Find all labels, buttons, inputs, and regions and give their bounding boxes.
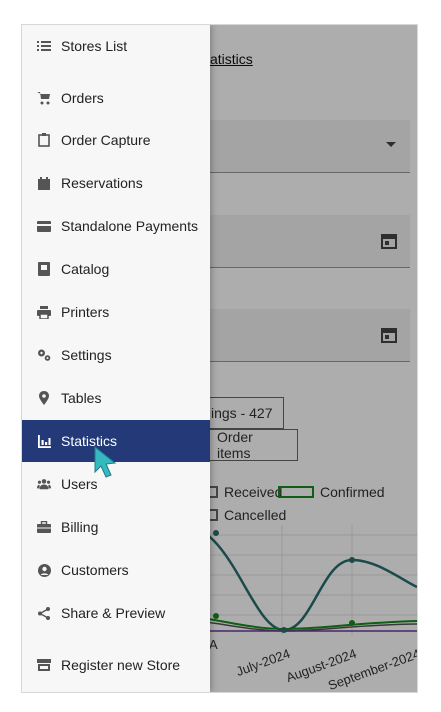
printer-icon [37,305,51,319]
cart-icon [37,91,51,105]
users-icon [37,477,51,491]
drawer-item-label: Reservations [61,175,143,191]
drawer-item-label: Standalone Payments [61,218,198,234]
store-icon [37,658,51,672]
drawer-item-label: Printers [61,304,110,320]
gears-icon [37,348,51,362]
drawer-item-register-new-store[interactable]: Register new Store [22,644,210,686]
bar-chart-icon [37,434,51,448]
drawer-item-label: Settings [61,347,112,363]
drawer-item-label: Catalog [61,261,110,277]
drawer-item-reservations[interactable]: Reservations [22,162,210,204]
book-icon [37,262,51,276]
drawer-item-label: Customers [61,562,129,578]
app-window: atistics ings - 427 Order items Received… [22,25,417,692]
calendar-icon [37,176,51,190]
drawer-item-label: Order Capture [61,132,151,148]
drawer-item-order-capture[interactable]: Order Capture [22,119,210,161]
drawer-item-stores-list[interactable]: Stores List [22,25,210,67]
drawer-item-share-preview[interactable]: Share & Preview [22,592,210,634]
user-circle-icon [37,563,51,577]
drawer-item-printers[interactable]: Printers [22,291,210,333]
drawer-item-catalog[interactable]: Catalog [22,248,210,290]
briefcase-icon [37,520,51,534]
map-pin-icon [37,391,51,405]
drawer-item-label: Register new Store [61,657,181,673]
drawer-item-orders[interactable]: Orders [22,77,210,119]
share-icon [37,606,51,620]
mouse-cursor-icon [94,445,117,478]
clipboard-icon [37,133,51,147]
list-icon [37,39,51,53]
drawer-item-label: Stores List [61,38,128,54]
drawer-item-tables[interactable]: Tables [22,377,210,419]
navigation-drawer: Stores List Orders Order Capture Reserva… [22,25,210,692]
drawer-item-label: Billing [61,519,99,535]
drawer-item-label: Tables [61,390,102,406]
drawer-item-billing[interactable]: Billing [22,506,210,548]
drawer-item-label: Orders [61,90,104,106]
credit-card-icon [37,219,51,233]
drawer-item-customers[interactable]: Customers [22,549,210,591]
drawer-item-standalone-payments[interactable]: Standalone Payments [22,205,210,247]
drawer-item-settings[interactable]: Settings [22,334,210,376]
drawer-item-label: Share & Preview [61,605,166,621]
